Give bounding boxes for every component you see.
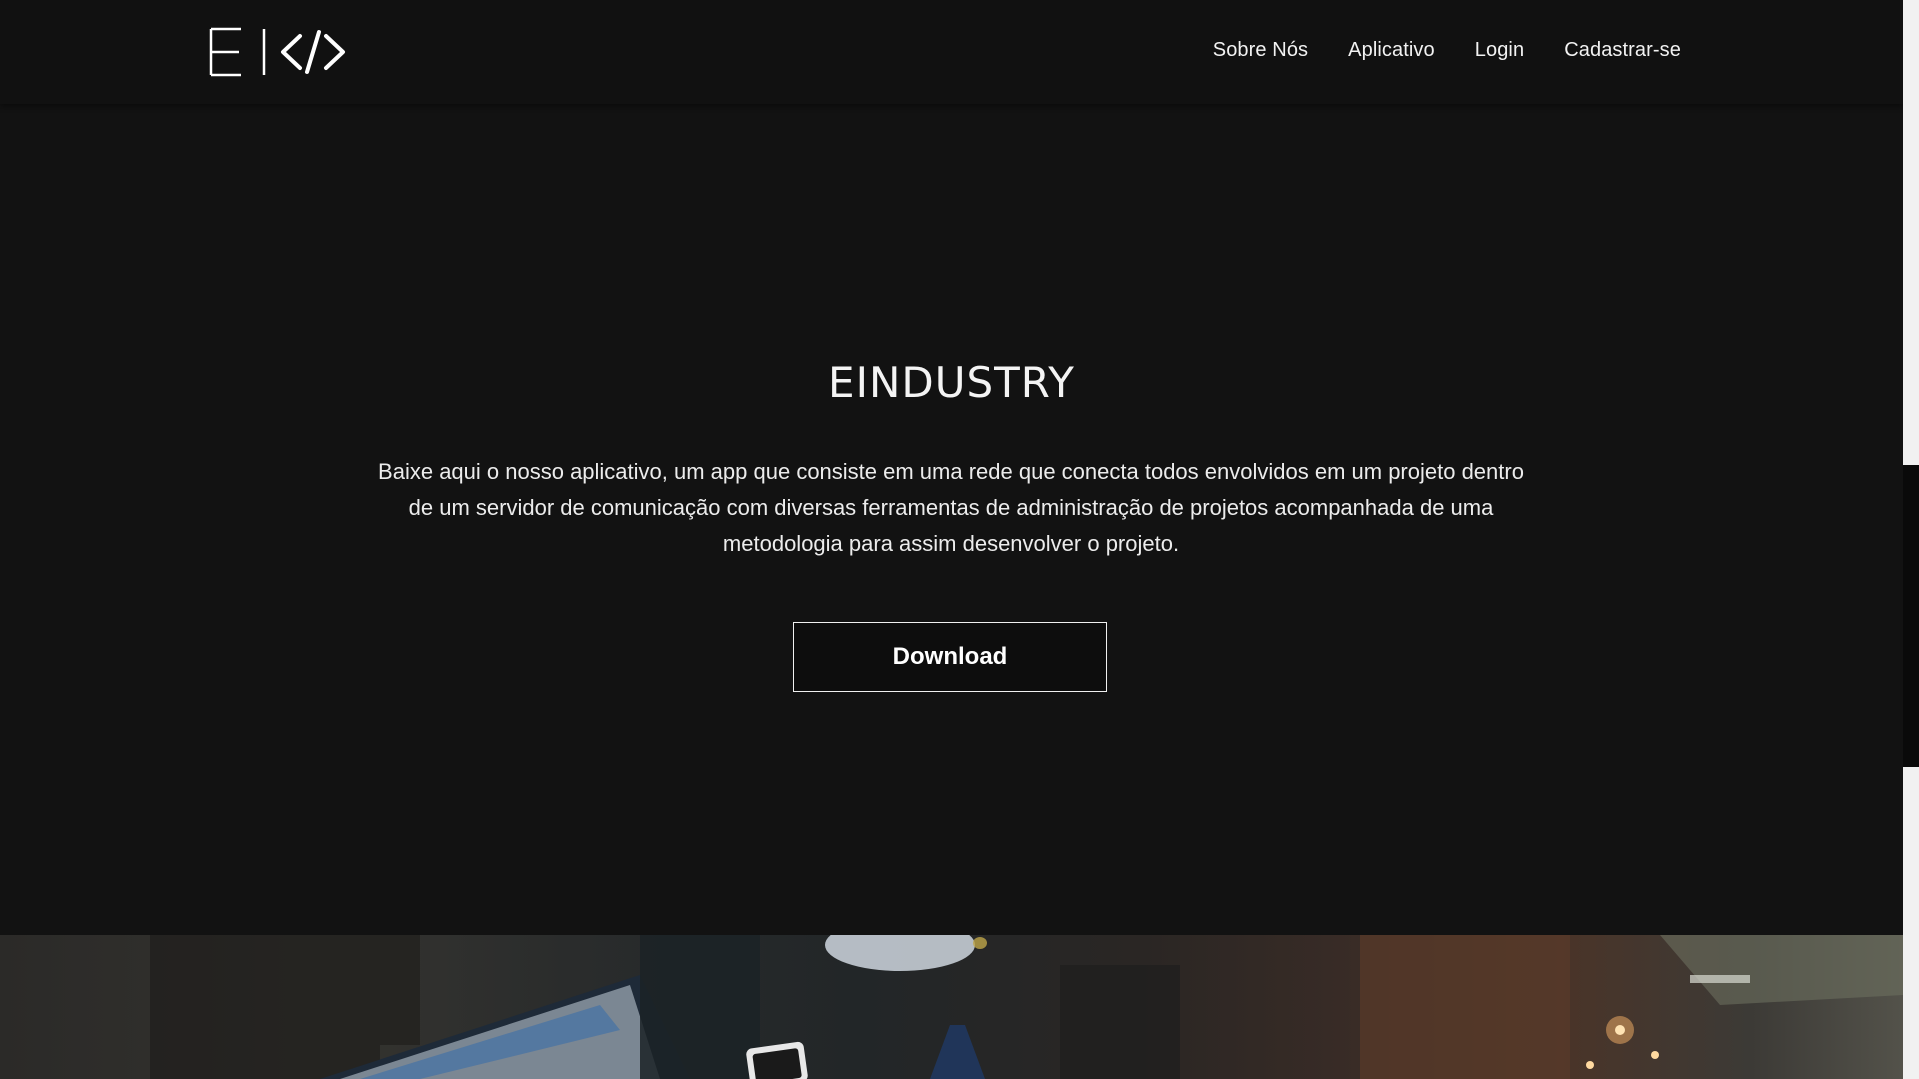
page: Sobre Nós Aplicativo Login Cadastrar-se …	[0, 0, 1919, 1079]
scrollbar-thumb[interactable]	[1903, 465, 1919, 767]
navbar: Sobre Nós Aplicativo Login Cadastrar-se	[0, 0, 1903, 104]
nav-item-cadastrar-se[interactable]: Cadastrar-se	[1564, 36, 1681, 64]
hero-description: Baixe aqui o nosso aplicativo, um app qu…	[378, 459, 1524, 556]
nav-item-aplicativo[interactable]: Aplicativo	[1348, 36, 1435, 64]
download-button[interactable]: Download	[793, 622, 1107, 692]
logo-link[interactable]	[208, 26, 348, 78]
e-code-logo-icon	[209, 27, 345, 77]
desk-photo-illustration	[150, 935, 1903, 1079]
nav-item-login[interactable]: Login	[1475, 36, 1524, 64]
main-nav: Sobre Nós Aplicativo Login Cadastrar-se	[1213, 36, 1681, 64]
hero-title: EINDUSTRY	[828, 358, 1075, 407]
hero-section: EINDUSTRY Baixe aqui o nosso aplicativo,…	[0, 104, 1903, 935]
viewport: Sobre Nós Aplicativo Login Cadastrar-se …	[0, 0, 1903, 1079]
desk-photo	[0, 935, 1903, 1079]
nav-item-sobre-nos[interactable]: Sobre Nós	[1213, 36, 1308, 64]
